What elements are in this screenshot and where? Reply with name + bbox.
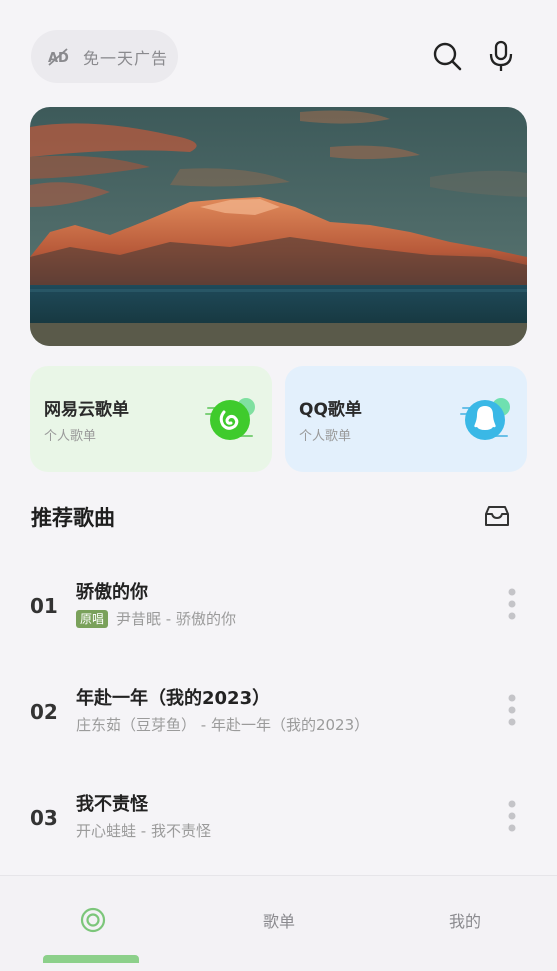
song-meta: 庄东茹（豆芽鱼） - 年赴一年（我的2023） (76, 714, 369, 735)
music-disc-icon (80, 907, 106, 933)
song-row[interactable]: 02 年赴一年（我的2023） 庄东茹（豆芽鱼） - 年赴一年（我的2023） (0, 678, 557, 758)
tab-mine[interactable]: 我的 (372, 876, 557, 964)
recommended-songs-title: 推荐歌曲 (31, 506, 115, 530)
song-title: 我不责怪 (76, 794, 148, 815)
inbox-icon[interactable] (484, 503, 510, 529)
tab-label: 歌单 (262, 912, 295, 931)
song-title: 年赴一年（我的2023） (76, 688, 271, 709)
ad-free-label: 免一天广告 (83, 48, 169, 68)
tab-label: 我的 (448, 912, 481, 931)
song-number: 02 (30, 700, 58, 724)
song-artist: 开心蛙蛙 - 我不责怪 (76, 822, 211, 840)
card-subtitle: 个人歌单 (44, 429, 97, 444)
microphone-icon[interactable] (488, 40, 514, 72)
more-options-icon[interactable] (502, 692, 522, 728)
no-ad-icon: AD (48, 47, 69, 66)
song-row[interactable]: 01 骄傲的你 原唱 尹昔眠 - 骄傲的你 (0, 572, 557, 652)
song-meta: 开心蛙蛙 - 我不责怪 (76, 820, 211, 841)
song-artist: 尹昔眠 - 骄傲的你 (116, 610, 236, 628)
search-icon[interactable] (432, 41, 462, 71)
top-bar: AD 免一天广告 (0, 0, 557, 110)
song-title: 骄傲的你 (76, 582, 148, 603)
song-number: 01 (30, 594, 58, 618)
netease-playlist-card[interactable]: 网易云歌单 个人歌单 (30, 366, 272, 472)
tab-playlists[interactable]: 歌单 (186, 876, 372, 964)
song-row[interactable]: 03 我不责怪 开心蛙蛙 - 我不责怪 (0, 784, 557, 864)
more-options-icon[interactable] (502, 798, 522, 834)
netease-music-logo (205, 398, 255, 440)
tab-home[interactable] (0, 876, 186, 964)
song-number: 03 (30, 806, 58, 830)
card-subtitle: 个人歌单 (299, 429, 352, 444)
qq-penguin-logo (460, 398, 510, 440)
banner-image[interactable] (30, 107, 527, 346)
card-title: QQ歌单 (299, 400, 362, 420)
more-options-icon[interactable] (502, 586, 522, 622)
song-artist: 庄东茹（豆芽鱼） - 年赴一年（我的2023） (76, 716, 370, 734)
ad-free-button[interactable]: AD 免一天广告 (31, 30, 178, 83)
song-meta: 原唱 尹昔眠 - 骄傲的你 (76, 608, 236, 629)
mountain-landscape-image (30, 107, 527, 346)
qq-playlist-card[interactable]: QQ歌单 个人歌单 (285, 366, 527, 472)
active-tab-indicator (43, 955, 139, 963)
original-tag: 原唱 (76, 609, 109, 628)
card-title: 网易云歌单 (44, 400, 129, 420)
